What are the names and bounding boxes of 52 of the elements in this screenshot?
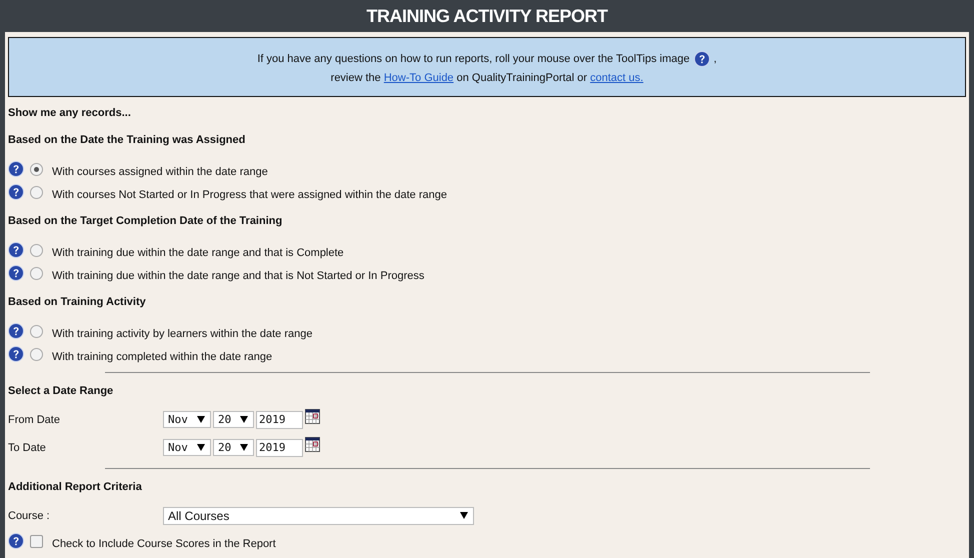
option-label: With training activity by learners within the date range	[52, 328, 312, 340]
field-label: From Date	[8, 414, 61, 426]
radio-button[interactable]	[30, 244, 43, 256]
radio-button[interactable]	[30, 266, 43, 280]
how-to-guide-link[interactable]: How-To Guide	[384, 72, 454, 84]
course-select[interactable]: All Courses	[163, 506, 474, 524]
calendar-icon[interactable]	[305, 437, 320, 452]
section-heading: Additional Report Criteria	[8, 481, 143, 493]
calendar-icon[interactable]	[305, 409, 320, 424]
caret-icon	[197, 444, 205, 451]
radio-button[interactable]	[30, 186, 43, 198]
radio-button[interactable]	[30, 348, 43, 360]
day-select[interactable]: 20	[213, 411, 254, 428]
option-label: With courses Not Started or In Progress that were assigned within the date range	[52, 188, 447, 200]
month-select[interactable]: Nov	[163, 439, 211, 456]
intro-text: Show me any records...	[8, 107, 132, 119]
help-icon[interactable]	[8, 323, 24, 339]
caret-icon	[240, 416, 248, 423]
info-text: review the	[330, 72, 381, 84]
help-icon[interactable]	[8, 242, 24, 258]
day-select[interactable]: 20	[213, 439, 254, 456]
help-icon[interactable]	[8, 265, 24, 281]
section-heading: Based on the Date the Training was Assigned	[8, 134, 246, 146]
caret-icon	[197, 416, 205, 423]
month-select[interactable]: Nov	[163, 411, 211, 428]
help-icon[interactable]	[8, 184, 24, 200]
caret-icon	[460, 512, 468, 519]
info-text: on QualityTrainingPortal or	[456, 72, 588, 84]
checkbox[interactable]	[30, 534, 43, 548]
field-label: To Date	[8, 442, 47, 454]
checkbox-label: Check to Include Course Scores in the Report	[52, 538, 276, 550]
caret-icon	[240, 444, 248, 451]
help-icon[interactable]	[694, 50, 710, 66]
page-title: TRAINING ACTIVITY REPORT	[366, 6, 608, 26]
section-heading: Select a Date Range	[8, 385, 114, 397]
option-label: With courses assigned within the date range	[52, 166, 268, 178]
info-text: If you have any questions on how to run reports, roll your mouse over the ToolTips image	[257, 52, 690, 64]
option-label: With training completed within the date range	[52, 350, 272, 362]
year-field[interactable]: 2019	[256, 438, 303, 456]
help-icon[interactable]	[8, 533, 24, 549]
year-field[interactable]: 2019	[256, 410, 303, 428]
field-label: Course :	[8, 510, 51, 522]
section-heading: Based on Training Activity	[8, 296, 147, 308]
radio-button[interactable]	[30, 162, 43, 176]
section-heading: Based on the Target Completion Date of the Training	[8, 215, 284, 227]
help-icon[interactable]	[8, 161, 24, 177]
comma-text: ,	[714, 52, 717, 64]
option-label: With training due within the date range and that is Complete	[52, 246, 344, 258]
option-label: With training due within the date range and that is Not Started or In Progress	[52, 270, 424, 282]
radio-button[interactable]	[30, 324, 43, 338]
contact-link[interactable]: contact us.	[590, 72, 644, 84]
help-icon[interactable]	[8, 346, 24, 362]
